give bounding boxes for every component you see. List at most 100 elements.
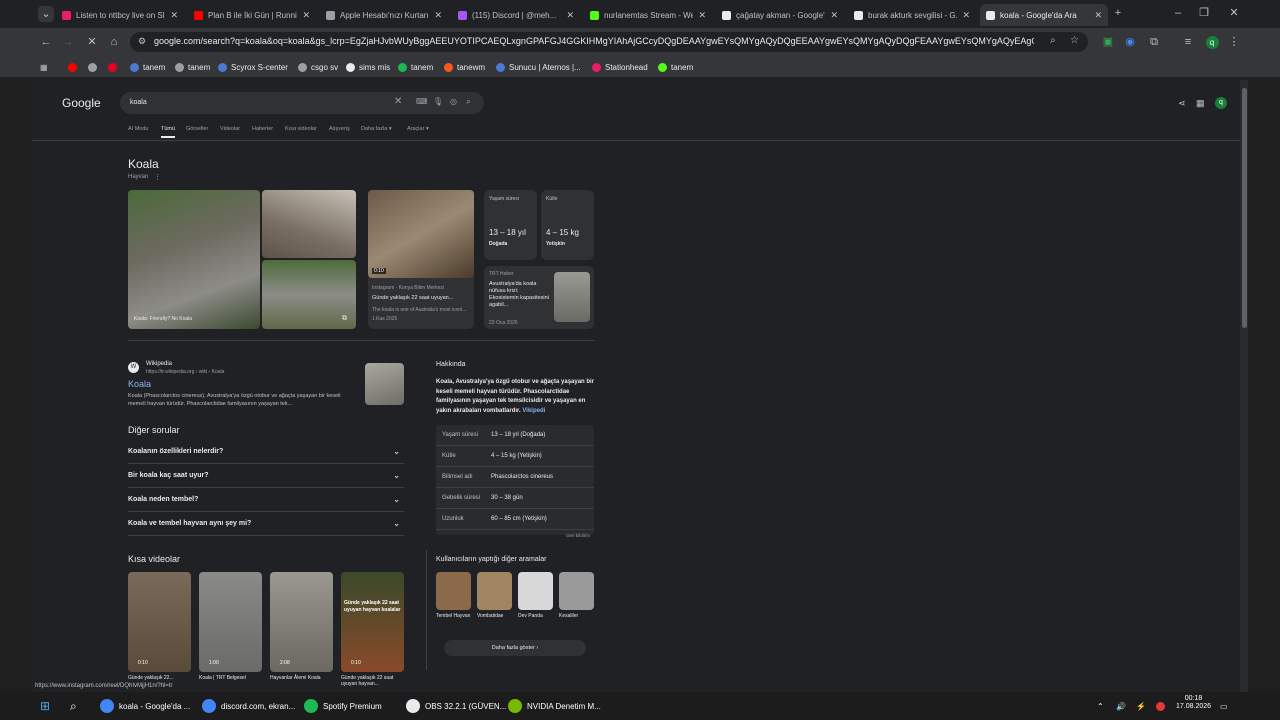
close-window-button[interactable]: ✕ <box>1226 5 1242 21</box>
apps-grid-icon[interactable]: ▦ <box>40 61 48 73</box>
browser-tab[interactable]: Plan B ile İki Gün | Runnin... ✕ <box>188 4 316 26</box>
bookmark-item[interactable]: tanewm <box>444 61 485 73</box>
account-avatar[interactable]: q <box>1215 97 1227 109</box>
obs-tray-icon[interactable] <box>1156 698 1165 714</box>
news-thumbnail[interactable] <box>554 272 590 322</box>
news-card[interactable]: TRT Haber Avustralya'da koala nüfusu kri… <box>484 266 594 329</box>
bookmark-item[interactable]: sims mis <box>346 61 390 73</box>
filter-tab[interactable]: Daha fazla ▾ <box>361 126 392 132</box>
short-video-title[interactable]: Hayvanlar Âlemi Koala <box>270 675 333 681</box>
volume-icon[interactable]: 🔊 <box>1116 698 1126 714</box>
tab-close-icon[interactable]: ✕ <box>302 10 310 21</box>
bookmark-item[interactable]: Sunucu | Aternos |... <box>496 61 581 73</box>
search-input[interactable]: koala ✕ ⌨ 🎙 ◎ ⌕ <box>120 92 484 114</box>
bookmark-item[interactable]: csgo sv <box>298 61 338 73</box>
google-apps-icon[interactable]: ▦ <box>1196 98 1205 109</box>
koala-image-main[interactable]: Koala: Friendly? No Koala <box>128 190 260 329</box>
forward-button[interactable]: → <box>60 34 76 50</box>
bookmark-item[interactable]: tanem <box>130 61 165 73</box>
taskbar-app[interactable]: NVIDIA Denetim M... <box>508 698 601 714</box>
reload-icon[interactable]: ✕ <box>84 34 100 50</box>
short-video-title[interactable]: Koala | TRT Belgesel <box>199 675 262 681</box>
browser-tab[interactable]: koala - Google'da Ara ✕ <box>980 4 1108 26</box>
fact-card[interactable]: Yaşam süresi 13 – 18 yıl Doğada <box>484 190 537 260</box>
bookmark-star-icon[interactable]: ☆ <box>1070 35 1079 46</box>
clear-icon[interactable]: ✕ <box>394 96 402 107</box>
restore-button[interactable]: ❐ <box>1196 5 1212 21</box>
browser-tab[interactable]: (115) Discord | @meh... ✕ <box>452 4 580 26</box>
start-button[interactable]: ⊞ <box>40 698 50 714</box>
video-result-card[interactable]: 0:10 Instagram · Konya Bilim Merkezi Gün… <box>368 190 474 329</box>
menu-icon[interactable]: ⋮ <box>1226 34 1242 50</box>
new-tab-button[interactable]: + <box>1110 5 1126 21</box>
short-video-card[interactable]: 2:08 <box>270 572 333 672</box>
extensions-puzzle-icon[interactable]: ⧉ <box>1146 34 1162 50</box>
zoom-icon[interactable]: ⌕ <box>1050 35 1056 46</box>
question-row[interactable]: Koalanın özellikleri nelerdir? ⌄ <box>128 440 404 464</box>
bookmark-item[interactable]: tanem <box>398 61 433 73</box>
bookmark-item[interactable] <box>108 61 121 73</box>
back-button[interactable]: ← <box>38 34 54 50</box>
keyboard-icon[interactable]: ⌨ <box>416 97 428 106</box>
filter-tab[interactable]: AI Modu <box>128 126 148 132</box>
notifications-icon[interactable]: ▭ <box>1220 698 1228 714</box>
taskbar-app[interactable]: Spotify Premium <box>304 698 382 714</box>
question-row[interactable]: Bir koala kaç saat uyur? ⌄ <box>128 464 404 488</box>
browser-tab[interactable]: Apple Hesabı'nızı Kurtarın ✕ <box>320 4 448 26</box>
lens-icon[interactable]: ◎ <box>450 97 457 106</box>
related-search-image[interactable] <box>518 572 553 610</box>
tab-search-button[interactable]: ⌄ <box>38 6 54 22</box>
wiki-title-link[interactable]: Koala <box>128 379 151 389</box>
video-title[interactable]: Günde yaklaşık 22 saat uyuyan... <box>372 295 472 301</box>
microphone-icon[interactable]: 🎙 <box>433 97 443 106</box>
feedback-link[interactable]: Geri bildirim <box>566 533 590 538</box>
clock[interactable]: 00:18 17.08.2026 <box>1176 695 1211 711</box>
extension-icon[interactable]: ◉ <box>1122 34 1138 50</box>
profile-avatar[interactable]: q <box>1204 34 1220 50</box>
expand-icon[interactable]: ⧉ <box>342 315 347 323</box>
browser-tab[interactable]: Listen to nttbcy live on Sl... ✕ <box>56 4 184 26</box>
show-more-button[interactable]: Daha fazla göster › <box>444 640 586 656</box>
tab-close-icon[interactable]: ✕ <box>1094 10 1102 21</box>
filter-tab[interactable]: Haberler <box>252 126 273 132</box>
search-icon[interactable]: ⌕ <box>70 698 77 714</box>
bookmark-item[interactable]: tanem <box>658 61 693 73</box>
tray-chevron-icon[interactable]: ⌃ <box>1097 698 1104 714</box>
short-video-card[interactable]: 1:00 <box>199 572 262 672</box>
bookmark-item[interactable]: tanem <box>175 61 210 73</box>
browser-tab[interactable]: burak akturk sevgilisi - G... ✕ <box>848 4 976 26</box>
filter-tab[interactable]: Kısa videolar <box>285 126 317 132</box>
share-icon[interactable]: ⋖ <box>1178 98 1186 109</box>
minimize-button[interactable]: – <box>1170 5 1186 21</box>
taskbar-app[interactable]: OBS 32.2.1 (GÜVEN... <box>406 698 506 714</box>
google-logo[interactable]: Google <box>62 96 101 110</box>
bookmark-item[interactable] <box>88 61 101 73</box>
scrollbar-thumb[interactable] <box>1242 88 1247 328</box>
short-video-card[interactable]: 0:10 <box>341 572 404 672</box>
koala-image-3[interactable]: ⧉ <box>262 260 356 329</box>
news-title[interactable]: Avustralya'da koala nüfusu krizi: Ekosis… <box>489 281 549 310</box>
short-video-card[interactable]: 0:10 <box>128 572 191 672</box>
filter-tab[interactable]: Tümü <box>161 126 175 132</box>
filter-tab[interactable]: Alışveriş <box>329 126 350 132</box>
site-info-icon[interactable]: ⚙ <box>138 36 146 47</box>
extension-icon[interactable]: ▣ <box>1100 34 1116 50</box>
question-row[interactable]: Koala neden tembel? ⌄ <box>128 488 404 512</box>
tab-close-icon[interactable]: ✕ <box>566 10 574 21</box>
media-control-icon[interactable]: ≡ <box>1180 34 1196 50</box>
taskbar-app[interactable]: discord.com, ekran... <box>202 698 295 714</box>
search-icon[interactable]: ⌕ <box>466 96 471 107</box>
fact-card[interactable]: Kütle 4 – 15 kg Yetişkin <box>541 190 594 260</box>
browser-tab[interactable]: çağatay akman - Google'... ✕ <box>716 4 844 26</box>
tab-close-icon[interactable]: ✕ <box>962 10 970 21</box>
tab-close-icon[interactable]: ✕ <box>698 10 706 21</box>
tab-close-icon[interactable]: ✕ <box>830 10 838 21</box>
address-bar[interactable]: ⚙ google.com/search?q=koala&oq=koala&gs_… <box>130 32 1088 52</box>
related-search-label[interactable]: Vombatidae <box>477 613 515 619</box>
url-text[interactable]: google.com/search?q=koala&oq=koala&gs_lc… <box>154 36 1034 46</box>
more-options-icon[interactable]: ⋮ <box>154 173 161 181</box>
related-search-label[interactable]: Kesaliler <box>559 613 597 619</box>
related-search-label[interactable]: Tembel Hayvan <box>436 613 474 619</box>
bookmark-item[interactable] <box>68 61 81 73</box>
search-query-text[interactable]: koala <box>130 99 147 106</box>
